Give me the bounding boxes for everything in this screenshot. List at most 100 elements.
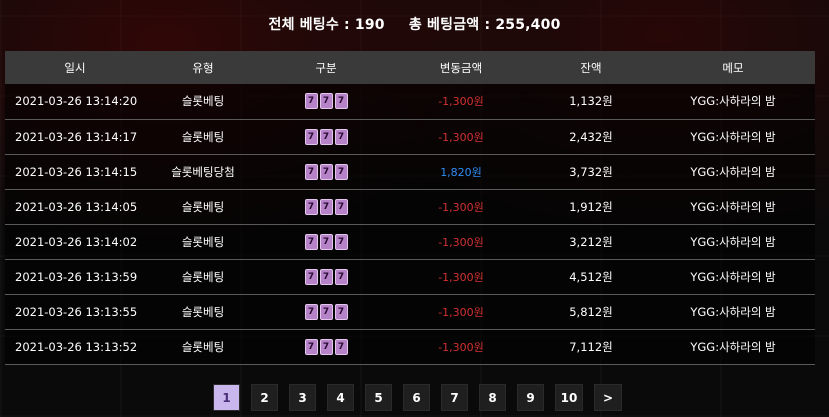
table-row: 2021-03-26 13:14:05 슬롯베팅 7 7 7 -1,300원 1,912원 Y… [5,189,815,224]
row-change-amount: -1,300원 [438,95,484,109]
row-date: 2021-03-26 13:14:20 [15,94,138,109]
slot-machine-icon: 7 [334,198,348,215]
page-button-9[interactable]: 9 [517,384,544,411]
slot-machine-icon: 7 [304,128,318,145]
row-category: 777 [261,224,391,259]
row-memo: YGG:사하라의 밤 [690,269,776,284]
bet-amount-label: 총 베팅금액 : [408,17,491,33]
row-change-amount: -1,300원 [438,130,484,144]
slot-machine-icon: 7 [334,93,348,110]
slot-machine-icon: 7 [304,198,318,215]
row-type: 슬롯베팅 [181,199,225,214]
row-memo: YGG:사하라의 밤 [690,339,776,354]
slot-machine-icon: 7 [334,268,348,285]
row-date: 2021-03-26 13:14:05 [15,199,138,214]
row-memo: YGG:사하라의 밤 [690,304,776,319]
table-row: 2021-03-26 13:13:52 슬롯베팅 7 7 7 -1,300원 7,112원 Y… [5,329,815,364]
slot-machine-icon: 7 [334,338,348,355]
row-type: 슬롯베팅 [181,304,225,319]
row-type: 슬롯베팅 [181,269,225,284]
bet-count-value: 190 [354,17,385,33]
row-category: 777 [261,189,391,224]
row-category: 777 [261,294,391,329]
row-balance: 3,732원 [569,164,613,179]
row-date: 2021-03-26 13:14:15 [15,164,138,179]
row-category: 777 [261,154,391,189]
row-category: 777 [261,84,391,119]
slot-machine-icon: 7 [334,128,348,145]
page-button-1[interactable]: 1 [213,384,240,411]
slot-machine-icon: 7 [304,233,318,250]
slot-machine-icon: 7 [319,93,333,110]
row-balance: 5,812원 [569,304,613,319]
row-balance: 1,132원 [569,94,613,109]
slot-machine-icon: 7 [319,303,333,320]
row-date: 2021-03-26 13:14:17 [15,129,138,144]
row-balance: 2,432원 [569,129,613,144]
row-change-amount: -1,300원 [438,340,484,354]
header-balance: 잔액 [580,60,602,75]
row-memo: YGG:사하라의 밤 [690,234,776,249]
row-date: 2021-03-26 13:13:52 [15,339,138,354]
row-change-amount: 1,820원 [440,165,482,179]
slot-machine-icon: 7 [304,93,318,110]
table-row: 2021-03-26 13:14:17 슬롯베팅 7 7 7 -1,300원 2,432원 Y… [5,119,815,154]
row-change-amount: -1,300원 [438,305,484,319]
row-type: 슬롯베팅 [181,94,225,109]
page-button-3[interactable]: 3 [289,384,316,411]
betting-history-table: 일시 유형 구분 변동금액 잔액 메모 2021-03-26 13:14:20 슬… [5,51,815,365]
table-row: 2021-03-26 13:14:20 슬롯베팅 7 7 7 -1,300원 1,132원 Y… [5,84,815,119]
page-button-6[interactable]: 6 [403,384,430,411]
row-type: 슬롯베팅 [181,234,225,249]
slot-machine-icon: 7 [334,163,348,180]
row-category: 777 [261,329,391,364]
betting-summary: 전체 베팅수 : 190 총 베팅금액 : 255,400 [0,14,829,34]
row-memo: YGG:사하라의 밤 [690,94,776,109]
row-category: 777 [261,259,391,294]
row-balance: 4,512원 [569,269,613,284]
slot-machine-icon: 7 [319,233,333,250]
slot-machine-icon: 7 [304,303,318,320]
table-row: 2021-03-26 13:13:59 슬롯베팅 7 7 7 -1,300원 4,512원 Y… [5,259,815,294]
table-row: 2021-03-26 13:14:15 슬롯베팅당첨 7 7 7 1,820원 3,732원… [5,154,815,189]
slot-machine-icon: 7 [319,198,333,215]
row-balance: 3,212원 [569,234,613,249]
pagination: 1 2 3 4 5 6 7 8 9 10 > [213,384,622,411]
row-type: 슬롯베팅당첨 [171,164,235,179]
page-button-7[interactable]: 7 [441,384,468,411]
page-button-2[interactable]: 2 [251,384,278,411]
row-memo: YGG:사하라의 밤 [690,164,776,179]
row-date: 2021-03-26 13:13:55 [15,304,138,319]
slot-machine-icon: 7 [304,268,318,285]
row-change-amount: -1,300원 [438,270,484,284]
slot-machine-icon: 7 [304,338,318,355]
header-date: 일시 [64,60,86,75]
row-type: 슬롯베팅 [181,339,225,354]
page-button-5[interactable]: 5 [365,384,392,411]
row-balance: 1,912원 [569,199,613,214]
header-type: 유형 [192,60,214,75]
row-balance: 7,112원 [569,339,613,354]
row-date: 2021-03-26 13:14:02 [15,234,138,249]
header-memo: 메모 [722,60,744,75]
table-row: 2021-03-26 13:14:02 슬롯베팅 7 7 7 -1,300원 3,212원 Y… [5,224,815,259]
page-button-8[interactable]: 8 [479,384,506,411]
row-change-amount: -1,300원 [438,200,484,214]
next-page-button[interactable]: > [594,384,622,411]
row-date: 2021-03-26 13:13:59 [15,269,138,284]
table-header-row: 일시 유형 구분 변동금액 잔액 메모 [5,51,815,84]
slot-machine-icon: 7 [319,163,333,180]
slot-machine-icon: 7 [319,128,333,145]
slot-machine-icon: 7 [334,233,348,250]
row-memo: YGG:사하라의 밤 [690,129,776,144]
row-memo: YGG:사하라의 밤 [690,199,776,214]
page-button-10[interactable]: 10 [555,384,583,411]
slot-machine-icon: 7 [334,303,348,320]
bet-count-label: 전체 베팅수 : [268,17,350,33]
row-category: 777 [261,119,391,154]
slot-machine-icon: 7 [319,338,333,355]
bet-amount-value: 255,400 [495,17,561,33]
page-button-4[interactable]: 4 [327,384,354,411]
table-row: 2021-03-26 13:13:55 슬롯베팅 7 7 7 -1,300원 5,812원 Y… [5,294,815,329]
row-change-amount: -1,300원 [438,235,484,249]
